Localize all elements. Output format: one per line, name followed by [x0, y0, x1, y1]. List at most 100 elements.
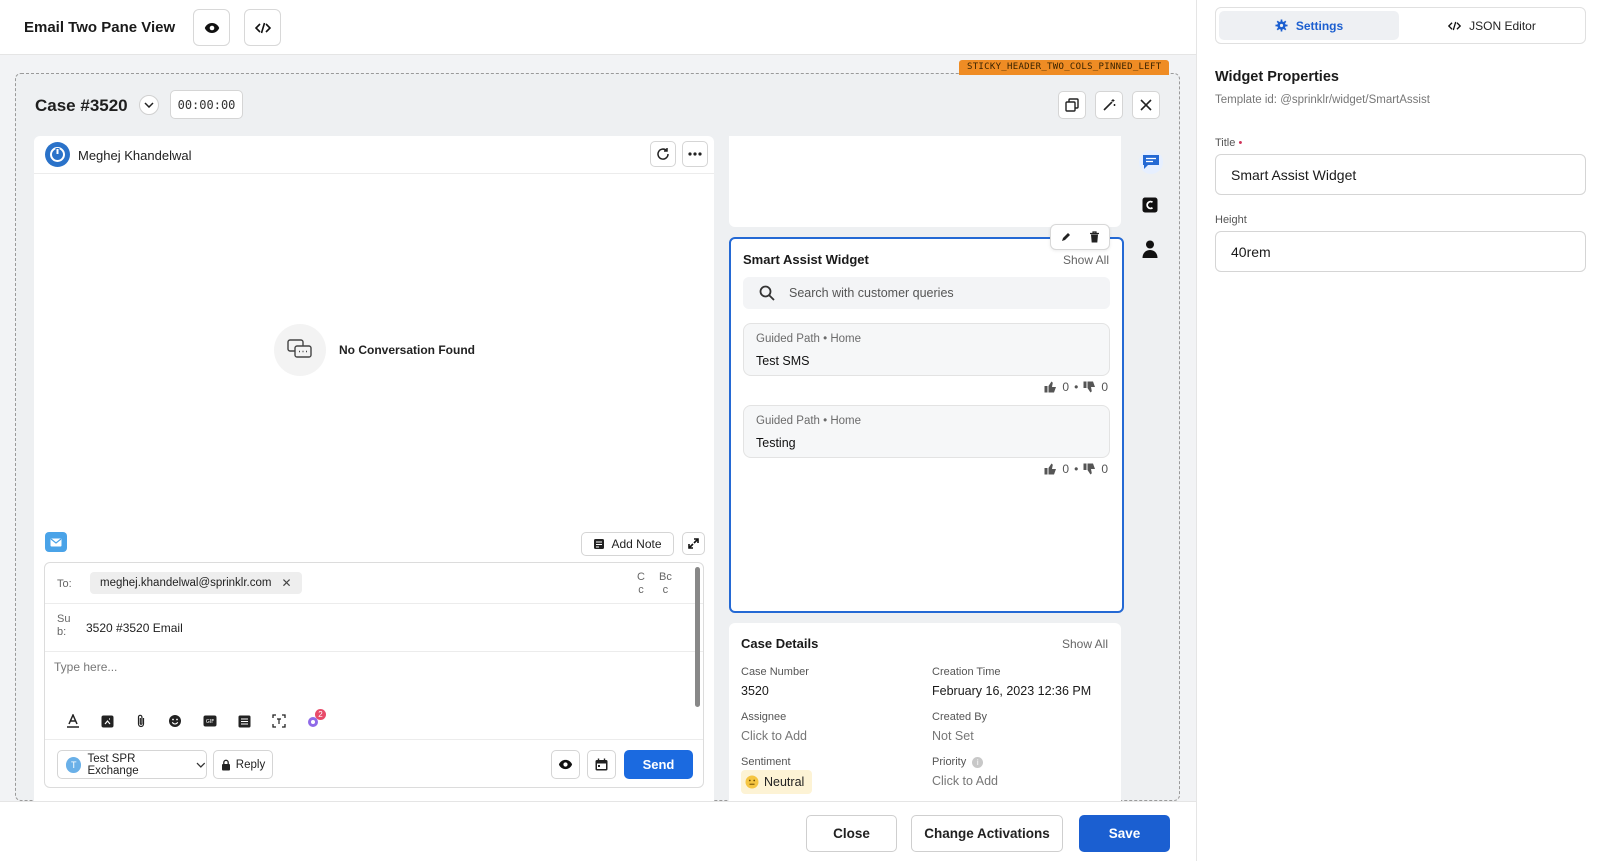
- change-activations-button[interactable]: Change Activations: [911, 815, 1063, 852]
- save-button[interactable]: Save: [1079, 815, 1170, 852]
- assignee-value[interactable]: Click to Add: [741, 729, 807, 743]
- case-details-widget: Case Details Show All Case Number 3520 C…: [729, 623, 1121, 801]
- reply-type-button[interactable]: Reply: [213, 750, 273, 779]
- chat-bubbles-icon: [287, 339, 312, 358]
- cc-button[interactable]: C c: [637, 571, 645, 597]
- properties-panel: Settings JSON Editor Widget Properties T…: [1196, 0, 1600, 861]
- more-button[interactable]: [682, 141, 708, 167]
- ai-assist-button[interactable]: 2: [306, 709, 326, 729]
- eye-icon: [558, 759, 573, 770]
- text-format-button[interactable]: [65, 713, 81, 729]
- add-note-label: Add Note: [611, 537, 662, 551]
- info-icon[interactable]: i: [972, 757, 984, 768]
- template-button[interactable]: [236, 713, 252, 729]
- gif-button[interactable]: GIF: [202, 713, 218, 729]
- guided-path-card[interactable]: Guided Path • Home Test SMS: [743, 323, 1110, 376]
- case-details-title: Case Details: [741, 636, 819, 651]
- insert-asset-button[interactable]: [99, 713, 115, 729]
- expand-composer-button[interactable]: [682, 532, 705, 555]
- copy-icon: [1065, 98, 1079, 112]
- magic-wand-button[interactable]: [1095, 91, 1123, 119]
- remove-recipient-icon[interactable]: ✕: [281, 576, 291, 590]
- case-dropdown-button[interactable]: [139, 95, 159, 115]
- schedule-button[interactable]: [587, 750, 616, 779]
- page-title: Email Two Pane View: [24, 19, 176, 36]
- smart-assist-title: Smart Assist Widget: [743, 252, 869, 267]
- thumbs-up-icon[interactable]: [1044, 381, 1057, 393]
- search-placeholder: Search with customer queries: [789, 286, 954, 300]
- neutral-face-icon: [745, 775, 759, 789]
- message-body-input[interactable]: Type here...: [54, 660, 117, 674]
- footer-bar: Close Change Activations Save: [0, 801, 1196, 861]
- smart-assist-widget[interactable]: Smart Assist Widget Show All Search with…: [729, 237, 1124, 613]
- priority-value[interactable]: Click to Add: [932, 774, 998, 788]
- to-row: To: meghej.khandelwal@sprinklr.com ✕ C c…: [45, 563, 703, 604]
- sentiment-label: Sentiment: [741, 756, 791, 768]
- pencil-icon[interactable]: [1060, 231, 1072, 243]
- empty-conversation-text: No Conversation Found: [339, 343, 475, 357]
- conversation-pane: Meghej Khandelwal No Conversation Found …: [34, 136, 714, 801]
- close-case-button[interactable]: [1132, 91, 1160, 119]
- attachment-button[interactable]: [133, 713, 149, 729]
- conversation-header: Meghej Khandelwal: [34, 136, 714, 174]
- case-tab-icon[interactable]: [1139, 194, 1161, 216]
- widget-edit-toolbar: [1050, 224, 1110, 250]
- composer-scrollbar[interactable]: [695, 567, 700, 707]
- account-selector[interactable]: T Test SPR Exchange: [57, 750, 207, 779]
- guided-path-card[interactable]: Guided Path • Home Testing: [743, 405, 1110, 458]
- panel-heading: Widget Properties: [1215, 69, 1339, 85]
- bcc-button[interactable]: Bc c: [659, 571, 672, 597]
- subject-input[interactable]: 3520 #3520 Email: [86, 621, 183, 635]
- email-channel-icon: [45, 532, 67, 552]
- copy-button[interactable]: [1058, 91, 1086, 119]
- gif-icon: GIF: [203, 715, 217, 727]
- panel-tabs: Settings JSON Editor: [1215, 7, 1586, 44]
- close-button[interactable]: Close: [806, 815, 897, 852]
- tab-json-editor[interactable]: JSON Editor: [1402, 11, 1582, 40]
- title-field[interactable]: Smart Assist Widget: [1215, 154, 1586, 195]
- asset-icon: [101, 715, 113, 727]
- screenshot-button[interactable]: [271, 713, 287, 729]
- sentiment-badge: Neutral: [741, 770, 813, 794]
- power-icon: [50, 147, 65, 162]
- smart-assist-show-all[interactable]: Show All: [1063, 253, 1109, 267]
- svg-text:GIF: GIF: [206, 719, 214, 725]
- preview-email-button[interactable]: [551, 750, 580, 779]
- gear-icon: [1275, 19, 1288, 32]
- preview-button[interactable]: [193, 9, 230, 46]
- subject-label: Su b:: [57, 613, 71, 638]
- emoji-button[interactable]: [167, 713, 183, 729]
- code-icon: [1448, 21, 1462, 30]
- card-votes: 0 • 0: [1044, 380, 1108, 394]
- trash-icon[interactable]: [1089, 231, 1100, 243]
- creation-time-value: February 16, 2023 12:36 PM: [932, 684, 1092, 698]
- case-details-show-all[interactable]: Show All: [1062, 637, 1108, 651]
- code-button[interactable]: [244, 9, 281, 46]
- calendar-icon: [595, 758, 608, 771]
- thumbs-down-icon[interactable]: [1083, 381, 1096, 393]
- recipient-chip[interactable]: meghej.khandelwal@sprinklr.com ✕: [90, 572, 302, 594]
- send-button[interactable]: Send: [624, 750, 693, 779]
- widget-placeholder: [729, 136, 1121, 227]
- add-note-button[interactable]: Add Note: [581, 532, 674, 556]
- card-title: Testing: [756, 436, 796, 450]
- more-icon: [688, 152, 702, 156]
- expand-icon: [688, 538, 699, 549]
- ai-badge: 2: [315, 709, 326, 720]
- smart-assist-search-input[interactable]: Search with customer queries: [743, 277, 1110, 309]
- avatar: [45, 142, 70, 167]
- created-by-label: Created By: [932, 711, 988, 723]
- tab-settings[interactable]: Settings: [1219, 11, 1399, 40]
- title-field-label: Title •: [1215, 137, 1243, 149]
- profile-tab-icon[interactable]: [1139, 238, 1161, 260]
- paperclip-icon: [137, 714, 145, 728]
- created-by-value: Not Set: [932, 729, 974, 743]
- refresh-button[interactable]: [650, 141, 676, 167]
- search-icon: [759, 285, 775, 301]
- case-timer: 00:00:00: [170, 90, 243, 119]
- height-field[interactable]: 40rem: [1215, 231, 1586, 272]
- conversation-tab-icon[interactable]: [1139, 150, 1163, 174]
- thumbs-up-icon[interactable]: [1044, 463, 1057, 475]
- thumbs-down-icon[interactable]: [1083, 463, 1096, 475]
- customer-name: Meghej Khandelwal: [78, 148, 192, 163]
